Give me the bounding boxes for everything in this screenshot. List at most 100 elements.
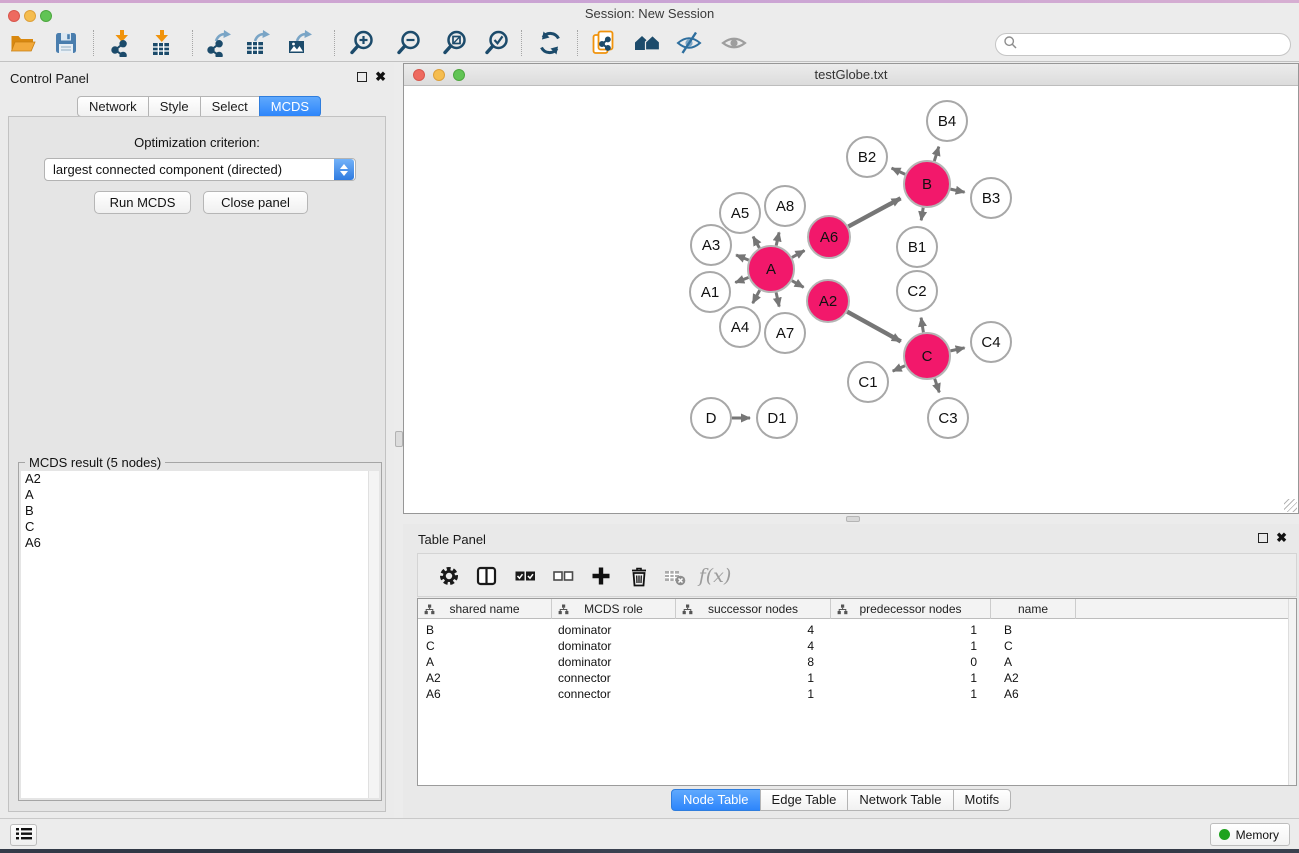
network-canvas[interactable]: A5 A8 A3 A6 A A1 A4 A7 A2 B2 B4 B B3 B1 … <box>404 86 1298 513</box>
tab-edge-table[interactable]: Edge Table <box>760 789 849 811</box>
tab-motifs[interactable]: Motifs <box>953 789 1012 811</box>
table-cell[interactable]: A <box>991 654 1076 670</box>
column-header-successor-nodes[interactable]: successor nodes <box>676 599 831 619</box>
graph-edge-A-A3[interactable] <box>736 255 749 260</box>
search-box[interactable] <box>995 33 1291 56</box>
graph-edge-A2-C[interactable] <box>847 312 901 342</box>
zoom-fit-button[interactable] <box>437 27 473 59</box>
table-row[interactable]: Cdominator41C <box>418 638 1296 654</box>
table-cell[interactable]: 1 <box>676 686 831 702</box>
table-cell[interactable]: C <box>991 638 1076 654</box>
graph-edge-C-C2[interactable] <box>921 318 923 333</box>
column-header-name[interactable]: name <box>991 599 1076 619</box>
table-cell[interactable]: C <box>418 638 552 654</box>
create-column-button[interactable] <box>584 560 618 592</box>
task-history-button[interactable] <box>10 824 37 846</box>
show-panels-button[interactable] <box>716 27 752 59</box>
graph-edge-A-A2[interactable] <box>792 281 804 288</box>
network-window-titlebar[interactable]: testGlobe.txt <box>404 64 1298 86</box>
graph-edge-A6-B[interactable] <box>848 198 900 226</box>
tab-select[interactable]: Select <box>200 96 260 117</box>
column-header-predecessor-nodes[interactable]: predecessor nodes <box>831 599 991 619</box>
table-cell[interactable]: B <box>991 622 1076 638</box>
result-scrollbar[interactable] <box>368 471 379 798</box>
mcds-result-item[interactable]: C <box>21 519 379 535</box>
table-cell[interactable]: 0 <box>831 654 991 670</box>
refresh-button[interactable] <box>532 27 568 59</box>
export-image-button[interactable] <box>281 27 317 59</box>
import-table-button[interactable] <box>144 27 180 59</box>
tab-mcds[interactable]: MCDS <box>259 96 321 117</box>
mcds-result-item[interactable]: A <box>21 487 379 503</box>
tab-network[interactable]: Network <box>77 96 149 117</box>
table-cell[interactable]: connector <box>552 686 676 702</box>
save-session-button[interactable] <box>48 27 84 59</box>
graph-edge-A-A8[interactable] <box>776 232 779 245</box>
graph-edge-B-B1[interactable] <box>921 208 923 221</box>
table-cell[interactable]: 1 <box>831 670 991 686</box>
table-scrollbar[interactable] <box>1288 599 1296 785</box>
mcds-result-item[interactable]: B <box>21 503 379 519</box>
clone-network-button[interactable] <box>586 27 622 59</box>
window-resize-grip[interactable] <box>1284 499 1297 512</box>
mcds-result-item[interactable]: A2 <box>21 471 379 487</box>
table-cell[interactable]: 1 <box>831 686 991 702</box>
home-button[interactable] <box>629 27 665 59</box>
table-cell[interactable]: dominator <box>552 654 676 670</box>
memory-button[interactable]: Memory <box>1210 823 1290 846</box>
graph-edge-B-B3[interactable] <box>950 189 964 192</box>
graph-edge-B-B2[interactable] <box>892 168 906 174</box>
table-cell[interactable]: 4 <box>676 622 831 638</box>
table-row[interactable]: A6connector11A6 <box>418 686 1296 702</box>
table-cell[interactable]: 1 <box>831 638 991 654</box>
close-table-panel-icon[interactable]: ✖ <box>1276 533 1287 543</box>
tab-style[interactable]: Style <box>148 96 201 117</box>
table-cell[interactable]: dominator <box>552 622 676 638</box>
table-cell[interactable]: 1 <box>831 622 991 638</box>
show-columns-button[interactable] <box>470 560 504 592</box>
deselect-all-columns-button[interactable] <box>546 560 580 592</box>
table-cell[interactable]: 4 <box>676 638 831 654</box>
table-cell[interactable]: 1 <box>676 670 831 686</box>
delete-columns-button[interactable] <box>622 560 656 592</box>
table-row[interactable]: Adominator80A <box>418 654 1296 670</box>
vertical-split-grip[interactable] <box>395 431 403 447</box>
column-header-shared-name[interactable]: shared name <box>418 599 552 619</box>
select-all-columns-button[interactable] <box>508 560 542 592</box>
graph-edge-C-C1[interactable] <box>893 366 905 371</box>
float-table-panel-icon[interactable] <box>1258 533 1268 543</box>
graph-edge-C-C4[interactable] <box>950 348 964 351</box>
table-row[interactable]: A2connector11A2 <box>418 670 1296 686</box>
table-cell[interactable]: dominator <box>552 638 676 654</box>
close-panel-button[interactable]: Close panel <box>203 191 308 214</box>
mcds-result-item[interactable]: A6 <box>21 535 379 551</box>
table-cell[interactable]: B <box>418 622 552 638</box>
table-cell[interactable]: A2 <box>418 670 552 686</box>
table-settings-button[interactable] <box>432 560 466 592</box>
search-input[interactable] <box>1018 36 1290 54</box>
tab-network-table[interactable]: Network Table <box>847 789 953 811</box>
table-cell[interactable]: A2 <box>991 670 1076 686</box>
graph-edge-A-A1[interactable] <box>735 278 748 283</box>
graph-edge-B-B4[interactable] <box>934 147 939 161</box>
export-table-button[interactable] <box>239 27 275 59</box>
close-panel-icon[interactable]: ✖ <box>375 72 386 82</box>
export-network-button[interactable] <box>200 27 236 59</box>
graph-edge-A-A7[interactable] <box>776 292 779 306</box>
column-header-MCDS-role[interactable]: MCDS role <box>552 599 676 619</box>
graph-edge-A-A4[interactable] <box>753 290 760 303</box>
criterion-dropdown[interactable]: largest connected component (directed) <box>44 158 356 181</box>
graph-edge-A-A6[interactable] <box>792 251 805 258</box>
table-cell[interactable]: A <box>418 654 552 670</box>
zoom-in-button[interactable] <box>344 27 380 59</box>
hide-panels-button[interactable] <box>671 27 707 59</box>
float-panel-icon[interactable] <box>357 72 367 82</box>
table-cell[interactable]: A6 <box>418 686 552 702</box>
open-session-button[interactable] <box>5 27 41 59</box>
graph-edge-A-A5[interactable] <box>753 237 759 248</box>
horizontal-split-grip[interactable] <box>846 516 860 522</box>
zoom-selected-button[interactable] <box>479 27 515 59</box>
table-cell[interactable]: 8 <box>676 654 831 670</box>
import-network-button[interactable] <box>104 27 140 59</box>
graph-edge-C-C3[interactable] <box>935 379 940 393</box>
